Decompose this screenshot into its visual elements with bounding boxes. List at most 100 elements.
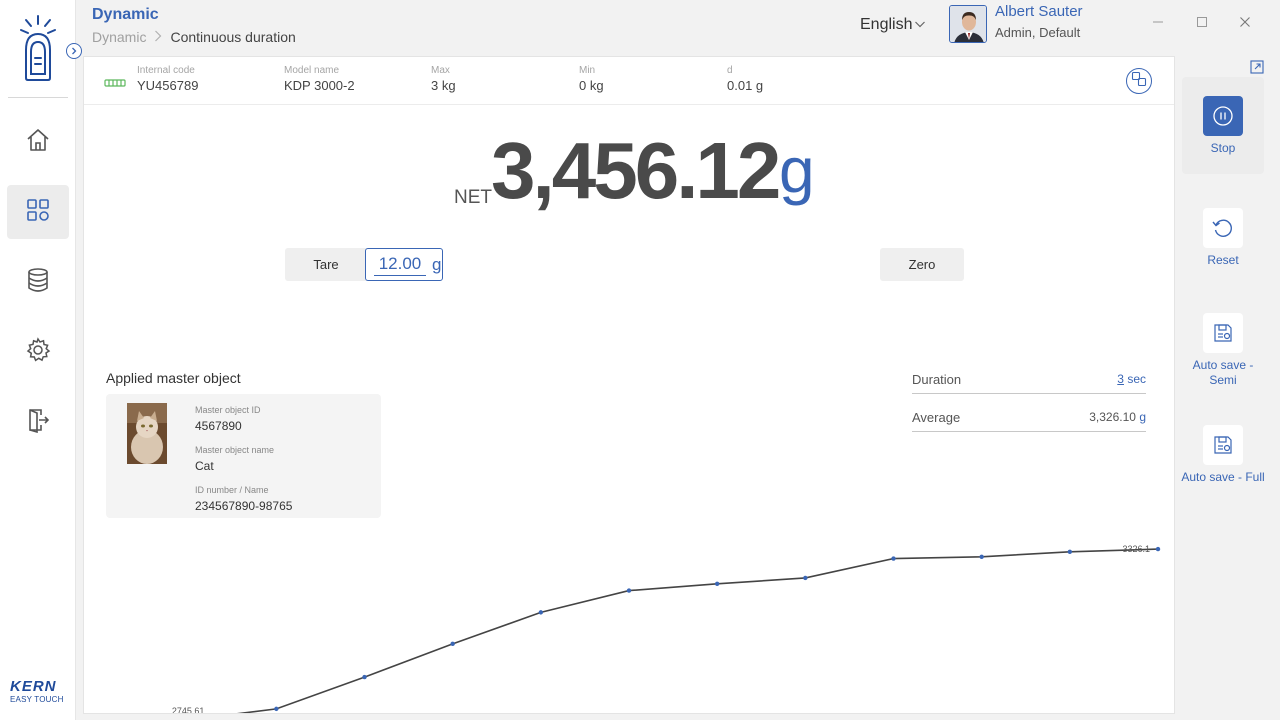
maximize-button[interactable] bbox=[1193, 15, 1211, 33]
master-object-fields: Master object ID 4567890 Master object n… bbox=[195, 405, 292, 525]
user-name[interactable]: Albert Sauter bbox=[995, 3, 1083, 20]
auto-save-semi-button[interactable]: Auto save - Semi bbox=[1182, 313, 1264, 388]
chart-data-label: 3326.1 bbox=[1122, 544, 1150, 554]
nav-settings[interactable] bbox=[7, 325, 69, 379]
page-title: Dynamic bbox=[92, 6, 159, 23]
master-object-id-label: Master object ID bbox=[195, 405, 261, 415]
internal-code-label: Internal code bbox=[137, 65, 195, 76]
user-role: Admin, Default bbox=[995, 25, 1081, 40]
tare-button[interactable]: Tare bbox=[285, 248, 367, 281]
kern-logo-subtitle: EASY TOUCH bbox=[10, 695, 64, 704]
minimize-button[interactable] bbox=[1149, 15, 1167, 33]
kern-logo-text: KERN bbox=[10, 678, 57, 695]
breadcrumb-prev-link[interactable]: Dynamic bbox=[92, 29, 146, 45]
master-object-title: Applied master object bbox=[106, 370, 241, 386]
model-name-value: KDP 3000-2 bbox=[284, 78, 355, 93]
min-value: 0 kg bbox=[579, 78, 604, 93]
nav-database[interactable] bbox=[7, 255, 69, 309]
tare-input[interactable] bbox=[374, 253, 426, 276]
chevron-right-icon bbox=[70, 42, 78, 60]
expand-nav-button[interactable] bbox=[66, 43, 82, 59]
chart-point bbox=[714, 581, 720, 587]
min-label: Min bbox=[579, 65, 596, 76]
id-number-label: ID number / Name bbox=[195, 485, 269, 495]
zero-button[interactable]: Zero bbox=[880, 248, 964, 281]
weight-chart: 2740.002745.613326.1 bbox=[172, 544, 1161, 713]
nav-dashboard[interactable] bbox=[7, 185, 69, 239]
stop-label: Stop bbox=[1210, 141, 1236, 155]
chart-point bbox=[626, 588, 632, 593]
chart-point bbox=[362, 674, 367, 680]
chart-point bbox=[891, 556, 896, 561]
breadcrumb-current: Continuous duration bbox=[170, 29, 296, 45]
min-field: Min 0 kg bbox=[579, 65, 604, 93]
save-full-icon bbox=[1203, 425, 1243, 465]
master-object-image bbox=[127, 403, 167, 464]
action-panel: Stop Reset Auto save - Semi Auto save - … bbox=[1176, 56, 1280, 720]
main-panel: Internal code YU456789 Model name KDP 30… bbox=[83, 56, 1175, 714]
model-name-label: Model name bbox=[284, 65, 340, 76]
chart-point bbox=[1067, 549, 1073, 554]
stats-panel: Duration 3 sec Average 3,326.10 g bbox=[912, 369, 1146, 445]
kern-logo: KERN EASY TOUCH bbox=[10, 678, 66, 704]
d-field: d 0.01 g bbox=[727, 65, 763, 93]
nav-divider bbox=[8, 97, 68, 98]
average-row: Average 3,326.10 g bbox=[912, 407, 1146, 432]
master-object-card[interactable]: Master object ID 4567890 Master object n… bbox=[106, 394, 381, 518]
chevron-down-icon bbox=[914, 16, 926, 34]
d-value: 0.01 g bbox=[727, 78, 764, 93]
id-number-value: 234567890-98765 bbox=[195, 499, 293, 513]
max-value: 3 kg bbox=[431, 78, 456, 93]
avatar[interactable] bbox=[949, 5, 987, 43]
nav-home[interactable] bbox=[7, 115, 69, 169]
breadcrumb: Dynamic Continuous duration bbox=[92, 29, 296, 45]
master-object-name-value: Cat bbox=[195, 459, 214, 473]
chart-point bbox=[450, 641, 455, 647]
chart-point bbox=[274, 706, 279, 712]
max-label: Max bbox=[431, 65, 450, 76]
chevron-right-icon bbox=[154, 30, 162, 45]
chart-series-line bbox=[236, 548, 1159, 713]
scale-battery-icon bbox=[104, 75, 126, 93]
tare-unit: g bbox=[432, 254, 442, 274]
chart-point bbox=[979, 554, 984, 559]
maximize-icon bbox=[1196, 15, 1208, 33]
master-object-name-label: Master object name bbox=[195, 445, 275, 455]
reset-button[interactable]: Reset bbox=[1182, 208, 1264, 268]
stop-button[interactable]: Stop bbox=[1182, 96, 1264, 156]
compare-icon bbox=[1131, 71, 1147, 92]
chart-point bbox=[538, 610, 544, 615]
max-field: Max 3 kg bbox=[431, 65, 456, 93]
auto-save-full-label: Auto save - Full bbox=[1181, 470, 1265, 484]
close-button[interactable] bbox=[1236, 15, 1254, 33]
scale-info-bar: Internal code YU456789 Model name KDP 30… bbox=[84, 57, 1174, 105]
header: Dynamic Dynamic Continuous duration Engl… bbox=[76, 0, 1280, 56]
average-value: 3,326.10 bbox=[1089, 410, 1136, 424]
weight-unit: g bbox=[779, 134, 815, 206]
average-label: Average bbox=[912, 410, 961, 425]
internal-code-value: YU456789 bbox=[137, 78, 199, 93]
net-label: NET bbox=[454, 187, 492, 208]
duration-row: Duration 3 sec bbox=[912, 369, 1146, 394]
language-selector[interactable]: English bbox=[860, 16, 926, 34]
logout-icon bbox=[25, 407, 51, 438]
duration-value-group[interactable]: 3 sec bbox=[1117, 372, 1146, 386]
app-logo-icon bbox=[18, 12, 58, 84]
tare-field[interactable]: g bbox=[365, 248, 443, 281]
average-unit: g bbox=[1139, 410, 1146, 424]
master-object-id-value: 4567890 bbox=[195, 419, 242, 433]
left-nav: KERN EASY TOUCH bbox=[0, 0, 76, 720]
nav-logout[interactable] bbox=[7, 395, 69, 449]
average-value-group: 3,326.10 g bbox=[1089, 410, 1146, 424]
save-semi-icon bbox=[1203, 313, 1243, 353]
d-label: d bbox=[727, 65, 733, 76]
language-label: English bbox=[860, 16, 913, 33]
auto-save-full-button[interactable]: Auto save - Full bbox=[1176, 425, 1270, 485]
duration-label: Duration bbox=[912, 372, 962, 387]
internal-code-field: Internal code YU456789 bbox=[137, 65, 198, 93]
minimize-icon bbox=[1152, 15, 1164, 33]
close-icon bbox=[1239, 15, 1251, 33]
duration-value[interactable]: 3 bbox=[1117, 372, 1124, 386]
duration-unit: sec bbox=[1127, 372, 1146, 386]
compare-button[interactable] bbox=[1126, 68, 1152, 94]
